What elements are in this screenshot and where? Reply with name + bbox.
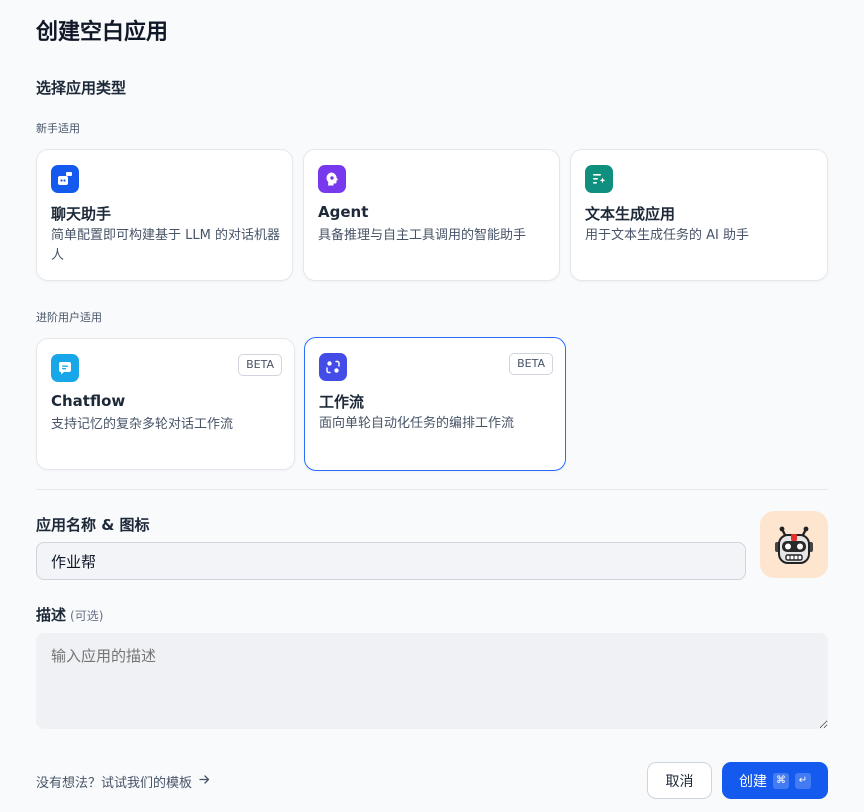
cancel-button[interactable]: 取消 xyxy=(647,762,712,799)
card-description: 面向单轮自动化任务的编排工作流 xyxy=(319,416,515,431)
app-type-card-chatbot[interactable]: 聊天助手 简单配置即可构建基于 LLM 的对话机器人 xyxy=(36,149,293,281)
beginner-group-label: 新手适用 xyxy=(36,122,80,135)
description-textarea[interactable] xyxy=(36,633,828,729)
card-title: 聊天助手 xyxy=(51,205,112,223)
card-description: 具备推理与自主工具调用的智能助手 xyxy=(318,228,527,243)
cancel-label: 取消 xyxy=(665,773,694,790)
template-hint-text: 没有想法？试试我们的模板 xyxy=(36,776,193,791)
template-hint-link[interactable]: 没有想法？试试我们的模板 xyxy=(36,772,211,791)
section-divider xyxy=(36,489,828,490)
advanced-group-label: 进阶用户适用 xyxy=(36,311,102,324)
card-title: Agent xyxy=(318,203,369,221)
chat-bot-icon xyxy=(51,165,79,193)
beta-badge: BETA xyxy=(238,354,282,376)
workflow-icon xyxy=(319,353,347,381)
command-key-icon: ⌘ xyxy=(773,772,789,789)
description-label: 描述 (可选) xyxy=(36,604,103,625)
create-button[interactable]: 创建 ⌘ ↵ xyxy=(722,762,828,799)
card-title: 文本生成应用 xyxy=(585,205,676,223)
app-type-card-workflow[interactable]: BETA 工作流 面向单轮自动化任务的编排工作流 xyxy=(304,337,566,471)
app-type-card-chatflow[interactable]: BETA Chatflow 支持记忆的复杂多轮对话工作流 xyxy=(36,338,295,470)
create-label: 创建 xyxy=(739,773,767,790)
chatflow-icon xyxy=(51,354,79,382)
card-title: 工作流 xyxy=(319,393,365,411)
enter-key-icon: ↵ xyxy=(795,772,811,789)
card-title: Chatflow xyxy=(51,392,126,410)
text-generation-icon xyxy=(585,165,613,193)
app-type-card-agent[interactable]: Agent 具备推理与自主工具调用的智能助手 xyxy=(303,149,560,281)
beta-badge: BETA xyxy=(509,353,553,375)
app-name-label: 应用名称 & 图标 xyxy=(36,516,150,534)
app-type-section-title: 选择应用类型 xyxy=(36,79,127,97)
agent-icon xyxy=(318,165,346,193)
optional-hint: (可选) xyxy=(70,609,104,623)
description-label-text: 描述 xyxy=(36,606,67,624)
card-description: 用于文本生成任务的 AI 助手 xyxy=(585,228,749,243)
app-name-input[interactable] xyxy=(36,542,746,580)
card-description: 支持记忆的复杂多轮对话工作流 xyxy=(51,417,234,432)
card-description: 简单配置即可构建基于 LLM 的对话机器人 xyxy=(51,228,280,263)
robot-emoji-icon[interactable] xyxy=(760,511,828,578)
app-type-card-text-generation[interactable]: 文本生成应用 用于文本生成任务的 AI 助手 xyxy=(570,149,828,281)
arrow-right-icon xyxy=(198,773,211,790)
dialog-title: 创建空白应用 xyxy=(36,20,169,45)
